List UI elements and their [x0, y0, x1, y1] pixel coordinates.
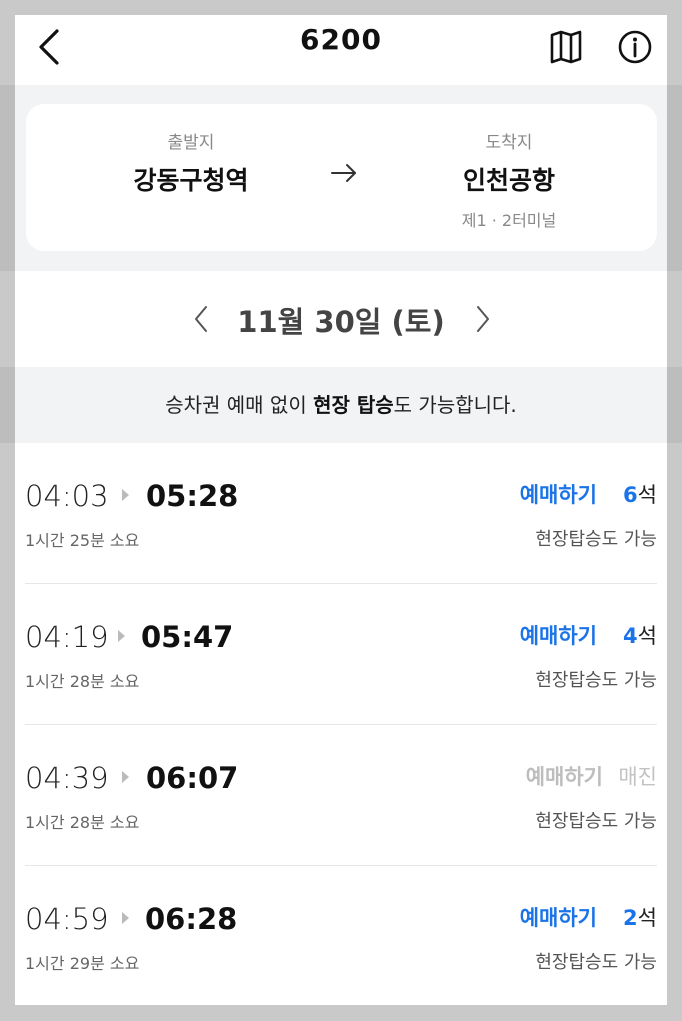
trip-duration: 1시간 28분 소요 [25, 672, 140, 691]
onsite-boarding-notice: 승차권 예매 없이 현장 탑승도 가능합니다. [15, 367, 667, 443]
notice-text-bold: 현장 탑승 [313, 393, 394, 417]
map-icon [550, 30, 582, 64]
seat-count: 4석 [623, 620, 657, 650]
route-section: 출발지 강동구청역 도착지 인천공항 제1 · 2터미널 [15, 85, 667, 271]
arrival-time: 05:28 [146, 479, 239, 513]
seat-count: 2석 [623, 902, 657, 932]
info-icon [618, 30, 652, 64]
map-button[interactable] [546, 23, 586, 71]
departure-time: 04:39 [25, 761, 109, 795]
seat-unit: 매진 [618, 765, 657, 789]
arrival-terminal: 제1 · 2터미널 [461, 211, 557, 230]
onsite-available-label: 현장탑승도 가능 [535, 670, 657, 691]
arrival-name: 인천공항 [462, 166, 555, 195]
arrival-time: 06:28 [145, 902, 238, 936]
notice-text-after: 도 가능합니다. [393, 393, 517, 417]
seat-unit: 석 [637, 906, 657, 930]
seat-unit: 석 [637, 624, 657, 648]
arrow-right-icon [331, 164, 356, 182]
trip-row[interactable]: 04:03 05:28 1시간 25분 소요 예매하기 6석 현장탑승도 가능 [25, 443, 657, 584]
trip-row[interactable]: 04:39 06:07 1시간 28분 소요 예매하기 매진 현장탑승도 가능 [25, 725, 657, 866]
trip-row[interactable]: 04:59 06:28 1시간 29분 소요 예매하기 2석 현장탑승도 가능 [25, 866, 657, 1005]
departure-time: 04:59 [25, 902, 109, 936]
seat-count: 6석 [623, 479, 657, 509]
onsite-available-label: 현장탑승도 가능 [535, 811, 657, 832]
sold-out-label: 매진 [618, 761, 657, 791]
trip-duration: 1시간 25분 소요 [25, 531, 140, 550]
selected-date: 11월 30일 (토) [237, 305, 445, 339]
next-date-button[interactable] [470, 301, 494, 337]
departure-time: 04:03 [25, 479, 109, 513]
departure-caption: 출발지 [167, 133, 215, 153]
onsite-available-label: 현장탑승도 가능 [535, 529, 657, 550]
date-selector: 11월 30일 (토) [15, 271, 667, 367]
arrival-time: 06:07 [146, 761, 239, 795]
departure-time: 04:19 [25, 620, 109, 654]
departure-block: 출발지 강동구청역 [86, 128, 296, 197]
play-triangle-icon [122, 489, 129, 501]
arrival-caption: 도착지 [485, 133, 533, 153]
seat-unit: 석 [637, 483, 657, 507]
departure-name: 강동구청역 [133, 166, 249, 195]
reserve-button[interactable]: 예매하기 [520, 620, 597, 650]
chevron-right-icon [477, 306, 489, 332]
play-triangle-icon [118, 630, 125, 642]
info-button[interactable] [613, 23, 657, 71]
reserve-button[interactable]: 예매하기 [520, 479, 597, 509]
arrival-block: 도착지 인천공항 제1 · 2터미널 [394, 128, 624, 231]
trip-row[interactable]: 04:19 05:47 1시간 28분 소요 예매하기 4석 현장탑승도 가능 [25, 584, 657, 725]
onsite-available-label: 현장탑승도 가능 [535, 952, 657, 973]
route-card: 출발지 강동구청역 도착지 인천공항 제1 · 2터미널 [26, 104, 657, 251]
arrival-time: 05:47 [141, 620, 234, 654]
top-bar: 6200 [15, 15, 667, 85]
play-triangle-icon [122, 912, 129, 924]
play-triangle-icon [122, 771, 129, 783]
trip-duration: 1시간 29분 소요 [25, 954, 140, 973]
seat-number: 2 [623, 906, 638, 930]
notice-text-before: 승차권 예매 없이 [165, 393, 314, 417]
seat-number: 4 [623, 624, 638, 648]
seat-number: 6 [623, 483, 638, 507]
reserve-button[interactable]: 예매하기 [520, 902, 597, 932]
app-screen: 6200 출발지 강동구청역 도착지 인천공항 제1 · 2터미널 11월 30… [15, 15, 667, 1005]
trip-list: 04:03 05:28 1시간 25분 소요 예매하기 6석 현장탑승도 가능 … [15, 443, 667, 1005]
reserve-button-disabled: 예매하기 [525, 765, 603, 789]
trip-duration: 1시간 28분 소요 [25, 813, 140, 832]
